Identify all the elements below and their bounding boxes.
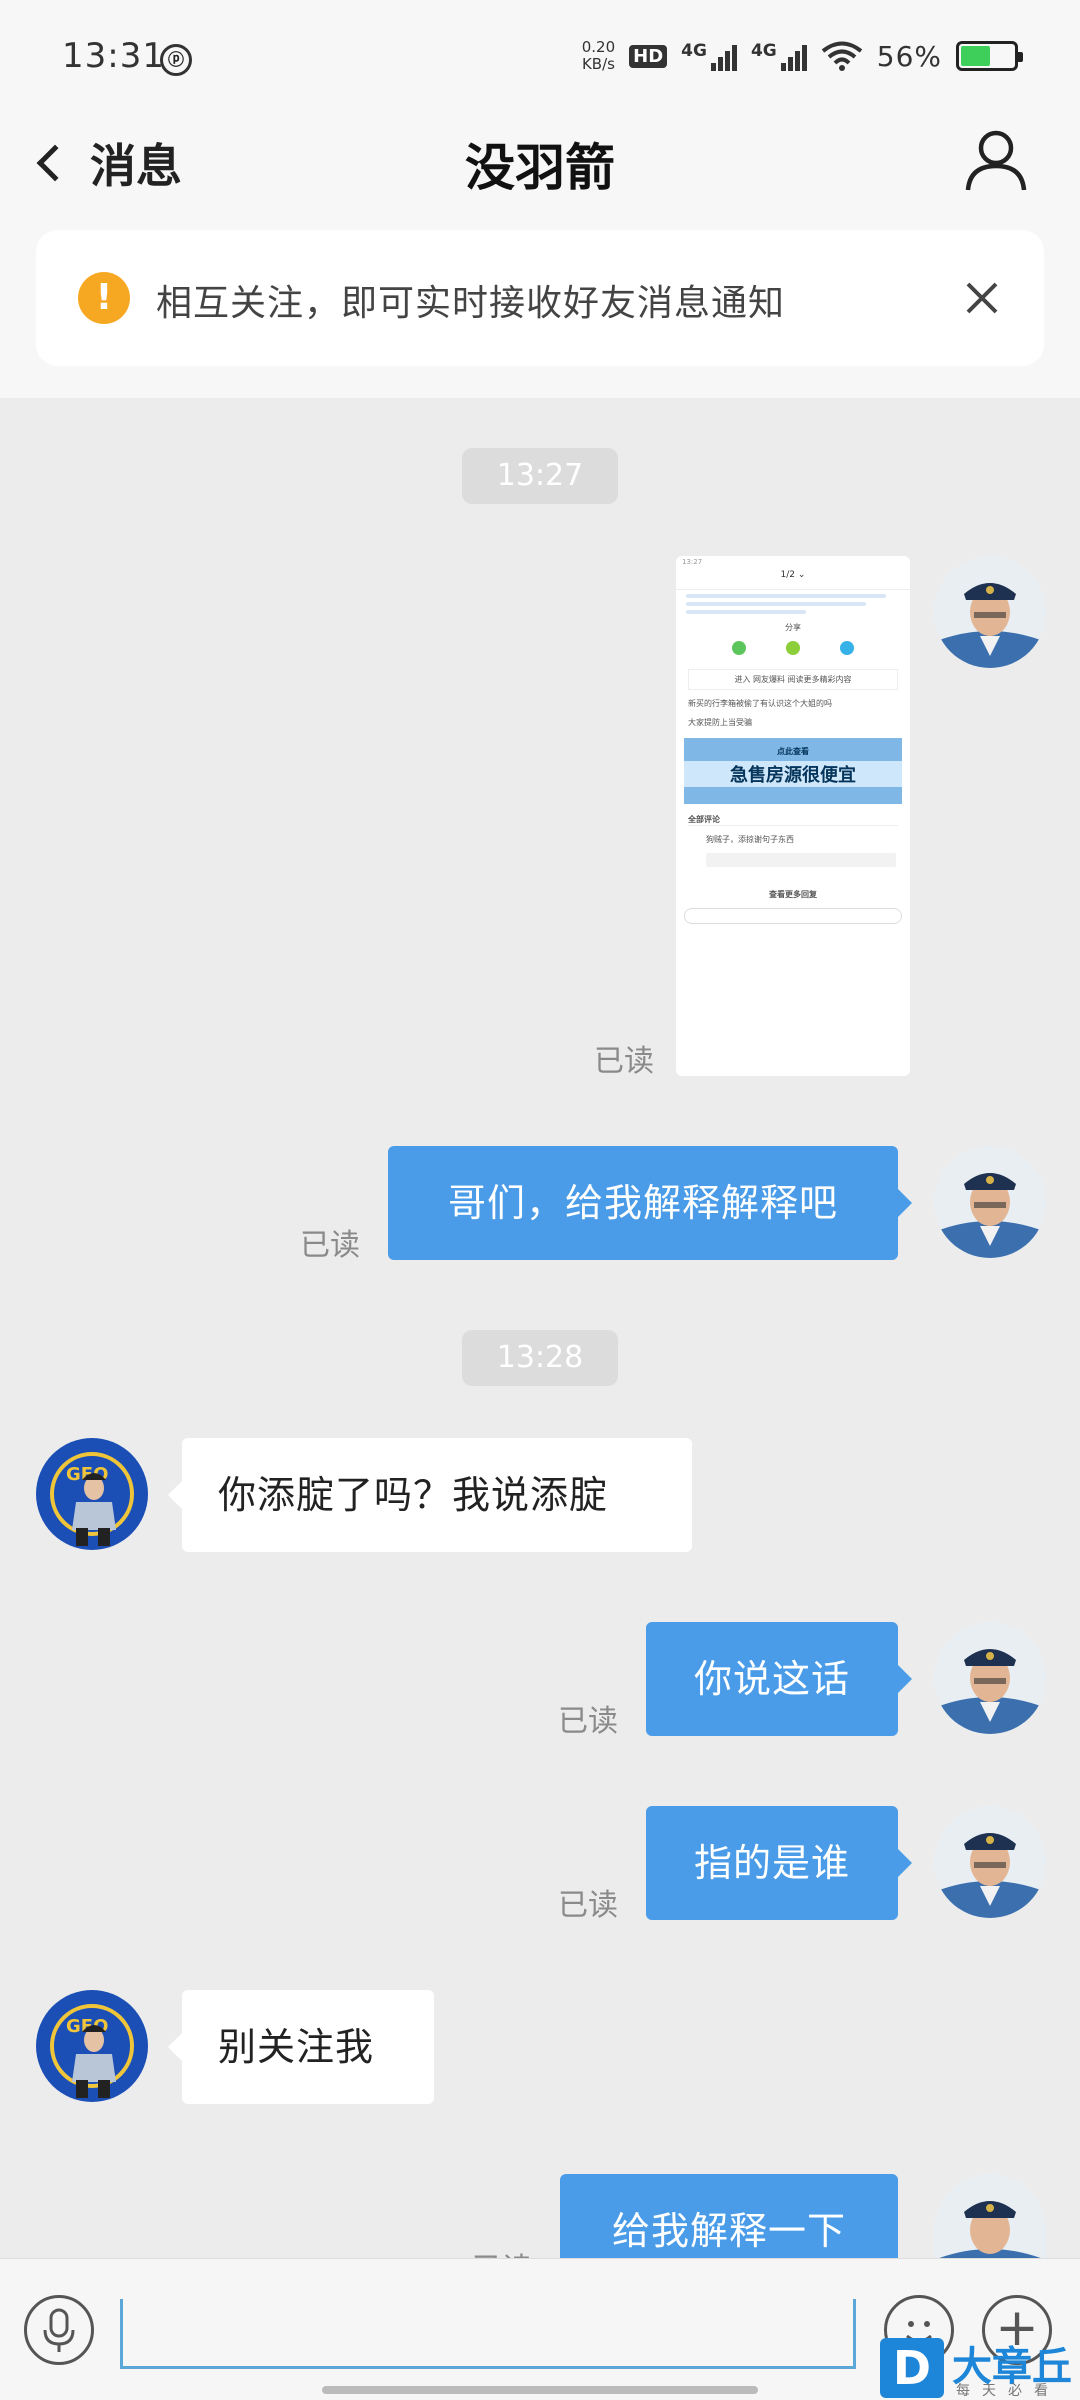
voice-button[interactable] (24, 2295, 94, 2365)
signal-1-icon: 4G (681, 41, 737, 71)
chat-bubble-sent[interactable]: 指的是谁 (646, 1806, 912, 1920)
watermark-d-icon: D (880, 2338, 944, 2398)
signal-2-icon: 4G (751, 41, 807, 71)
cartoon-avatar-image: GEO (36, 1990, 148, 2102)
chat-header: 消息 没羽箭 (0, 110, 1080, 210)
read-receipt: 已读 (558, 1888, 618, 1923)
shared-screenshot-image[interactable]: 13:27 1/2 ⌄ 分享 进入 网友爆料 阅读更多精彩内容 新买的行李箱被偷… (676, 556, 910, 1076)
thumb-status-bar: 13:27 (682, 558, 703, 566)
police-avatar-image (934, 556, 1046, 668)
page-title: 没羽箭 (465, 139, 615, 197)
status-time: 13:31 (62, 36, 165, 76)
close-icon[interactable] (952, 268, 1012, 328)
read-receipt: 已读 (558, 1704, 618, 1739)
chat-bubble-sent[interactable]: 你说这话 (646, 1622, 912, 1736)
message-input[interactable] (120, 2299, 856, 2369)
chat-bubble-sent[interactable]: 哥们，给我解释解释吧 (388, 1146, 912, 1260)
my-avatar[interactable] (934, 1622, 1046, 1734)
notice-text: 相互关注，即可实时接收好友消息通知 (156, 283, 786, 324)
hd-voice-icon: HD (629, 44, 668, 68)
time-divider: 13:27 (462, 448, 618, 504)
read-receipt: 已读 (300, 1228, 360, 1263)
battery-percent: 56% (876, 39, 942, 73)
chat-bubble-received[interactable]: 你添腚了吗？我说添腚 (168, 1438, 692, 1552)
app-indicator-icon: ⓟ (160, 44, 192, 76)
my-avatar[interactable] (934, 556, 1046, 668)
status-right: 0.20 KB/s HD 4G 4G 56% (581, 34, 1023, 78)
cartoon-avatar-image: GEO (36, 1438, 148, 1550)
watermark-logo: D 大章丘 每天必看 (876, 2334, 1080, 2400)
time-divider: 13:28 (462, 1330, 618, 1386)
police-avatar-image (934, 1146, 1046, 1258)
my-avatar[interactable] (934, 1806, 1046, 1918)
battery-icon (956, 41, 1023, 71)
follow-notice: ! 相互关注，即可实时接收好友消息通知 (36, 230, 1044, 366)
my-avatar[interactable] (934, 2174, 1046, 2258)
friend-avatar[interactable]: GEO (36, 1438, 148, 1550)
watermark-slogan: 每天必看 (956, 2383, 1060, 2399)
microphone-icon (43, 2308, 75, 2352)
status-bar: 13:31 ⓟ 0.20 KB/s HD 4G 4G 56% (0, 0, 1080, 110)
thumb-banner: 点此查看 急售房源很便宜 (684, 738, 902, 804)
profile-icon[interactable] (962, 126, 1030, 194)
thumb-share-icons (676, 641, 910, 655)
police-avatar-image (934, 1806, 1046, 1918)
police-avatar-image (934, 2174, 1046, 2258)
read-receipt: 已读 (594, 1044, 654, 1079)
read-receipt: 已读 (472, 2244, 532, 2258)
chat-bubble-sent[interactable]: 给我解释一下 (560, 2174, 898, 2258)
home-indicator[interactable] (322, 2386, 758, 2394)
thumb-nav: 1/2 ⌄ (676, 570, 910, 590)
friend-avatar[interactable]: GEO (36, 1990, 148, 2102)
police-avatar-image (934, 1622, 1046, 1734)
net-speed: 0.20 KB/s (581, 38, 616, 73)
battery-fill (961, 46, 991, 66)
warning-icon: ! (78, 272, 130, 324)
my-avatar[interactable] (934, 1146, 1046, 1258)
chat-bubble-received[interactable]: 别关注我 (168, 1990, 434, 2104)
wifi-icon (821, 41, 863, 71)
